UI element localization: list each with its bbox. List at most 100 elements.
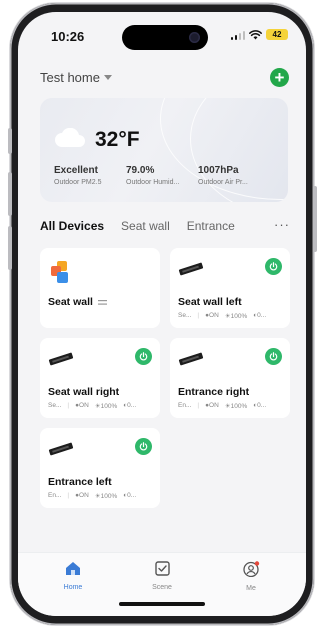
home-name: Test home — [40, 70, 100, 85]
room-label: En... — [48, 492, 62, 499]
color-temp: ◐0... — [123, 402, 137, 409]
metric-air-pressure: 1007hPa Outdoor Air Pr... — [198, 165, 248, 186]
metric-label: Outdoor Air Pr... — [198, 179, 248, 186]
divider: | — [197, 312, 200, 319]
device-card-seat-wall-left[interactable]: Seat wall left Se... | ●ON ☀100% ◐0... — [170, 248, 290, 328]
color-temp: ◐0... — [123, 492, 137, 499]
status-icons: 42 — [230, 29, 288, 40]
signal-icon — [230, 30, 245, 40]
power-toggle[interactable] — [135, 438, 152, 455]
side-button-power — [313, 186, 317, 252]
color-temp-text: 0... — [257, 402, 267, 409]
power-toggle[interactable] — [135, 348, 152, 365]
power-icon — [139, 352, 148, 361]
metric-value: 1007hPa — [198, 165, 239, 176]
tab-me[interactable]: Me — [221, 561, 281, 592]
color-temp: ◐0... — [253, 402, 267, 409]
device-status: En... | ●ON ☀100% ◐0... — [48, 492, 136, 500]
power-icon — [269, 352, 278, 361]
status-time: 10:26 — [51, 29, 85, 44]
room-label: Se... — [178, 312, 192, 319]
brightness-text: 100% — [230, 313, 248, 320]
more-tabs-button[interactable]: ··· — [274, 217, 290, 232]
brightness: ☀100% — [224, 313, 248, 320]
tab-seat-wall[interactable]: Seat wall — [121, 219, 170, 233]
weather-card[interactable]: 32°F Excellent Outdoor PM2.5 79.0% Outdo… — [40, 98, 288, 202]
metric-humidity: 79.0% Outdoor Humid... — [126, 165, 179, 186]
metric-pm25: Excellent Outdoor PM2.5 — [54, 165, 101, 186]
wall-light-icon — [48, 442, 74, 456]
profile-icon — [242, 561, 259, 578]
app-screen: 10:26 42 Test home + 32°F Excellent Outd… — [18, 12, 306, 616]
divider: | — [67, 492, 70, 499]
room-tabs: All Devices Seat wall Entrance ··· — [40, 217, 290, 233]
device-card-seat-wall-right[interactable]: Seat wall right Se... | ●ON ☀100% ◐0... — [40, 338, 160, 418]
battery-icon: 42 — [266, 29, 288, 40]
brightness-text: 100% — [100, 403, 118, 410]
room-label: En... — [178, 402, 192, 409]
metric-label: Outdoor PM2.5 — [54, 179, 102, 186]
metric-label: Outdoor Humid... — [126, 179, 180, 186]
tab-label: Me — [246, 585, 256, 592]
brightness-text: 100% — [230, 403, 248, 410]
metric-value: 79.0% — [126, 165, 155, 176]
color-temp-text: 0... — [127, 402, 137, 409]
state-text: ON — [209, 312, 219, 319]
device-name-text: Seat wall — [48, 296, 93, 308]
power-icon — [139, 442, 148, 451]
tab-all-devices[interactable]: All Devices — [40, 219, 104, 233]
power-toggle[interactable] — [265, 258, 282, 275]
on-state: ●ON — [75, 492, 89, 499]
wall-light-icon — [178, 262, 204, 276]
home-selector[interactable]: Test home — [40, 70, 112, 85]
side-button-volume-down — [8, 226, 12, 270]
on-state: ●ON — [75, 402, 89, 409]
group-icon — [51, 261, 68, 283]
tab-entrance[interactable]: Entrance — [187, 219, 235, 233]
metric-value: Excellent — [54, 165, 98, 176]
room-label: Se... — [48, 402, 62, 409]
wifi-icon — [249, 29, 262, 39]
color-temp-text: 0... — [127, 492, 137, 499]
on-state: ●ON — [205, 312, 219, 319]
tab-label: Scene — [152, 584, 172, 591]
device-name: Seat wall right — [48, 386, 120, 398]
device-status: Se... | ●ON ☀100% ◐0... — [178, 312, 266, 320]
color-temp-text: 0... — [257, 312, 267, 319]
device-name: Seat wall — [48, 296, 107, 308]
device-card-seat-wall[interactable]: Seat wall — [40, 248, 160, 328]
home-indicator[interactable] — [119, 602, 205, 606]
device-card-entrance-left[interactable]: Entrance left En... | ●ON ☀100% ◐0... — [40, 428, 160, 508]
device-name: Seat wall left — [178, 296, 242, 308]
state-text: ON — [209, 402, 219, 409]
brightness-text: 100% — [100, 493, 118, 500]
weather-decoration — [190, 98, 288, 202]
wall-light-icon — [48, 352, 74, 366]
tab-scene[interactable]: Scene — [132, 561, 192, 591]
dynamic-island — [122, 25, 208, 50]
caret-down-icon — [103, 75, 112, 80]
tab-home[interactable]: Home — [43, 561, 103, 591]
home-icon — [66, 562, 80, 575]
group-list-icon — [97, 299, 107, 305]
device-status: Se... | ●ON ☀100% ◐0... — [48, 402, 136, 410]
tab-label: Home — [63, 584, 83, 591]
device-status: En... | ●ON ☀100% ◐0... — [178, 402, 266, 410]
add-device-button[interactable]: + — [270, 68, 289, 87]
divider: | — [67, 402, 70, 409]
brightness: ☀100% — [94, 493, 118, 500]
device-card-entrance-right[interactable]: Entrance right En... | ●ON ☀100% ◐0... — [170, 338, 290, 418]
state-text: ON — [79, 402, 89, 409]
cloud-icon — [55, 128, 85, 147]
power-icon — [269, 262, 278, 271]
brightness: ☀100% — [224, 403, 248, 410]
camera-icon — [189, 32, 200, 43]
temperature: 32°F — [95, 128, 140, 151]
device-name: Entrance left — [48, 476, 112, 488]
side-button-action — [8, 128, 12, 154]
wall-light-icon — [178, 352, 204, 366]
state-text: ON — [79, 492, 89, 499]
divider: | — [197, 402, 200, 409]
device-name: Entrance right — [178, 386, 250, 398]
power-toggle[interactable] — [265, 348, 282, 365]
